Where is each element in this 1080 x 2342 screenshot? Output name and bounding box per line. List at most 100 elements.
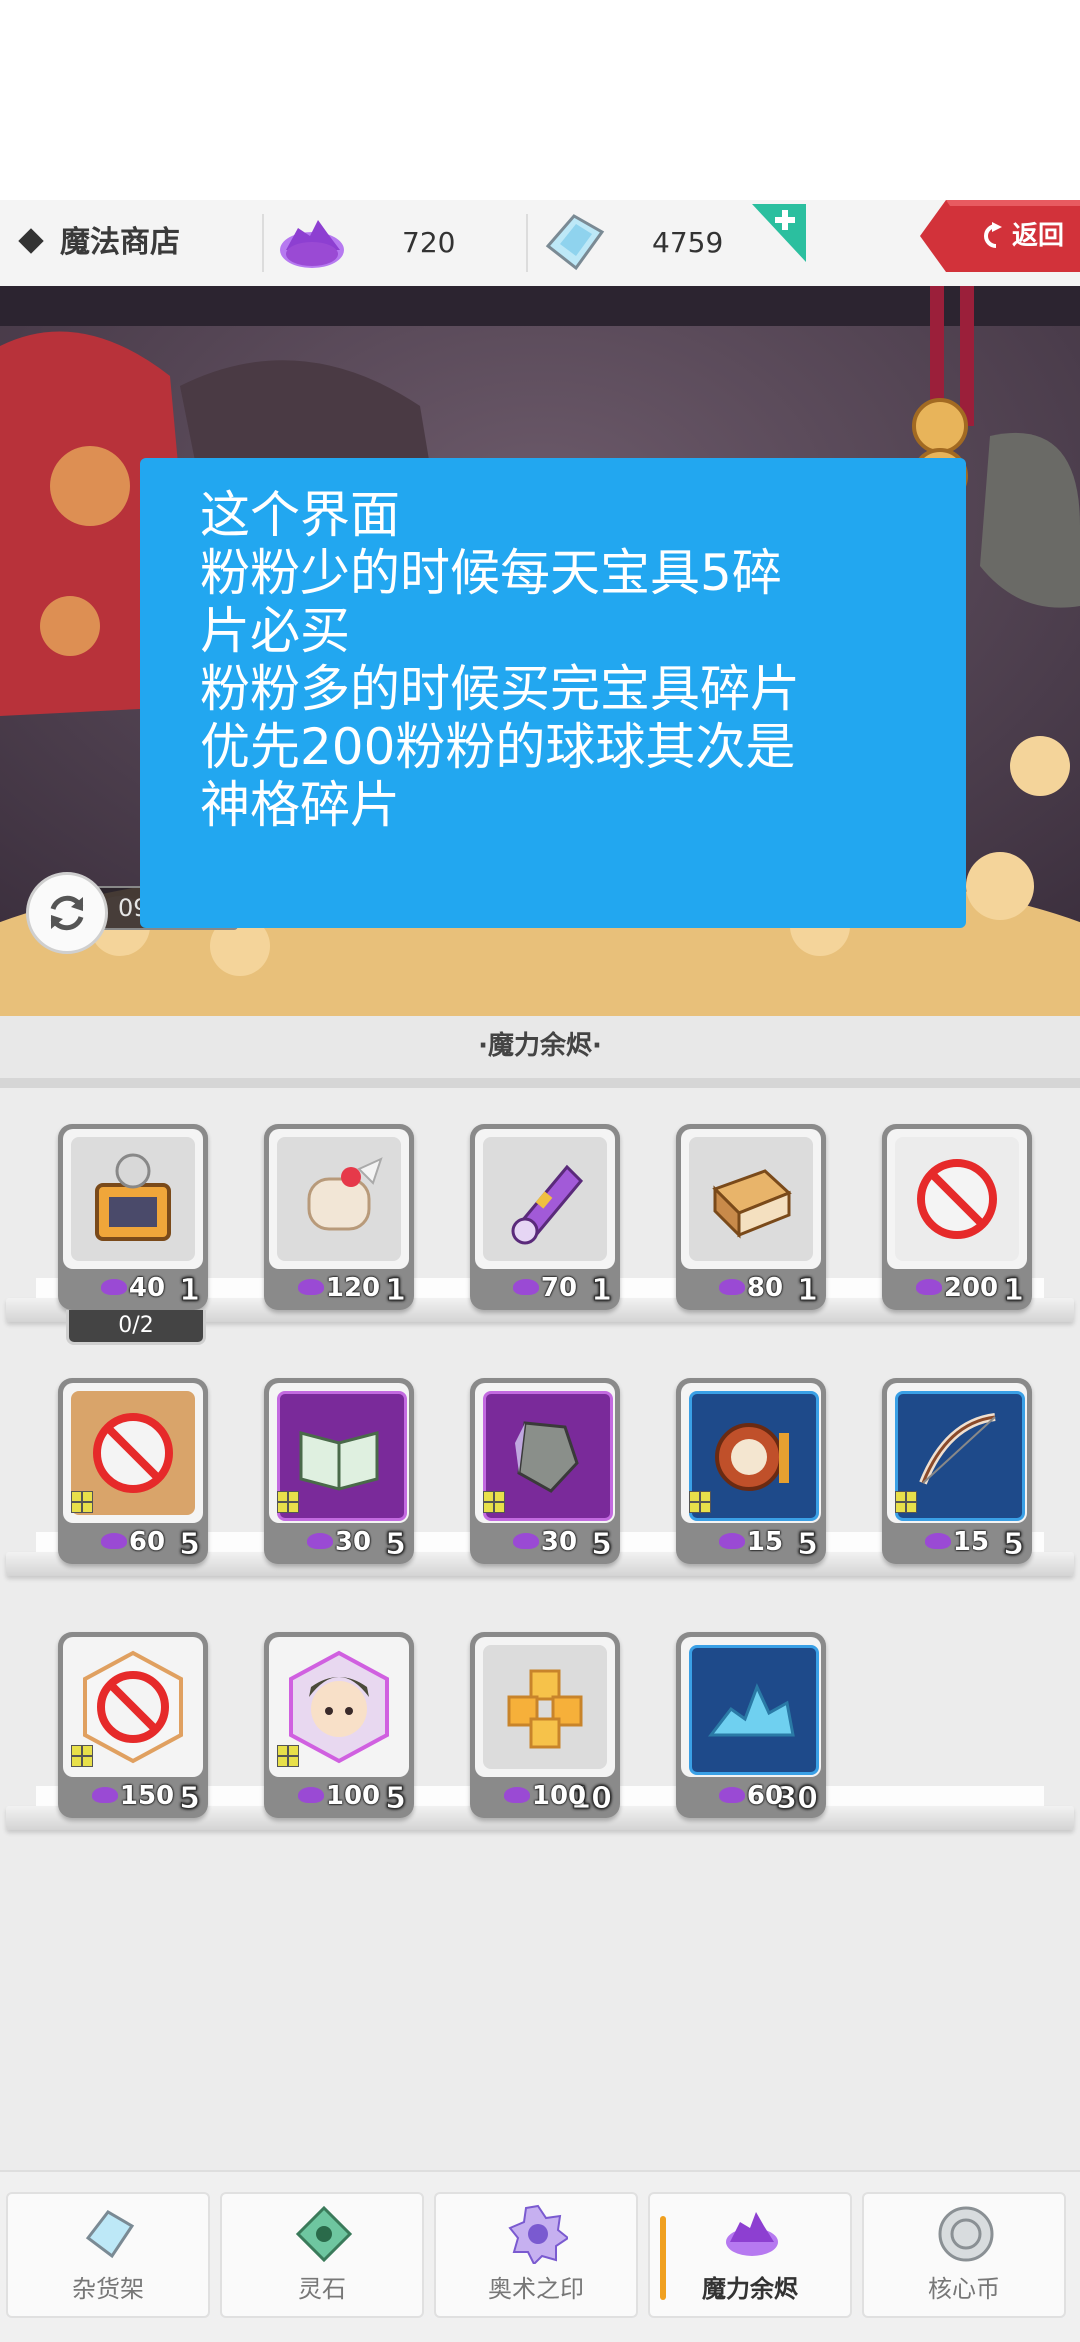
prohibited-icon (93, 1413, 173, 1493)
gold-cubes-icon (507, 1669, 583, 1749)
tab-arcane-seal[interactable]: 奥术之印 (434, 2192, 638, 2318)
annotation-note: 这个界面 粉粉少的时候每天宝具5碎 片必买 粉粉多的时候买完宝具碎片 优先200… (140, 458, 966, 928)
tab-spirit-stone[interactable]: 灵石 (220, 2192, 424, 2318)
item-price: 100 (264, 1780, 414, 1812)
note-line: 粉粉多的时候买完宝具碎片 (200, 660, 800, 718)
shop-item-blue-crystal-shards[interactable]: 30 60 (676, 1632, 826, 1818)
treasure-chest-icon (95, 1153, 171, 1241)
shop-title: 魔法商店 (18, 218, 180, 268)
item-price: 15 (676, 1526, 826, 1558)
tab-label: 灵石 (298, 2275, 346, 2303)
tab-general-store[interactable]: 杂货架 (6, 2192, 210, 2318)
purple-scroll-icon (511, 1164, 584, 1245)
item-price-value: 80 (746, 1273, 784, 1303)
return-arrow-icon (984, 222, 1002, 248)
note-line: 优先200粉粉的球球其次是 (200, 718, 796, 776)
divider (526, 214, 528, 272)
status-area (0, 0, 1080, 200)
shop-item-hero-fragment[interactable]: 5 100 (264, 1632, 414, 1818)
item-price-value: 100 (531, 1781, 587, 1811)
shop-item-prohibited-orb[interactable]: 1 200 (882, 1124, 1032, 1310)
blue-shards-icon (707, 1683, 795, 1737)
note-line: 片必买 (200, 602, 350, 660)
tab-core-coin[interactable]: 核心币 (862, 2192, 1066, 2318)
item-price-value: 60 (128, 1527, 166, 1557)
arcane-seal-icon (508, 2204, 568, 2264)
top-bar: 魔法商店 720 4759 返回 (0, 200, 1080, 286)
shop-title-text: 魔法商店 (60, 225, 180, 260)
item-price-value: 15 (952, 1527, 990, 1557)
item-price-value: 30 (334, 1527, 372, 1557)
crystal-icon (515, 1421, 579, 1493)
item-price-value: 40 (128, 1273, 166, 1303)
spirit-stone-icon (295, 2205, 353, 2263)
purple-gem-icon (512, 1278, 539, 1295)
purchase-limit: 0/2 (66, 1310, 206, 1345)
tab-label: 魔力余烬 (702, 2275, 798, 2303)
crystal-icon (85, 2210, 135, 2259)
purple-gem-icon (924, 1532, 951, 1549)
item-price-value: 30 (540, 1527, 578, 1557)
shop-item-bow-fragment[interactable]: 5 15 (882, 1378, 1032, 1564)
item-price-value: 200 (943, 1273, 999, 1303)
fragment-icon (689, 1491, 711, 1513)
section-header: ·魔力余烬· (0, 1016, 1080, 1088)
purple-currency-value: 720 (402, 226, 456, 259)
crystal-currency-icon (545, 214, 605, 271)
shop-item-lantern-fragment[interactable]: 5 15 (676, 1378, 826, 1564)
purple-gem-icon (306, 1532, 333, 1549)
add-currency-icon[interactable] (752, 204, 806, 264)
purple-gem-icon (100, 1532, 127, 1549)
spellbook-icon (299, 1431, 379, 1491)
purple-gem-icon (297, 1786, 324, 1803)
item-price: 200 (882, 1272, 1032, 1304)
shop-item-scroll-white[interactable]: 1 120 (264, 1124, 414, 1310)
note-line: 这个界面 (200, 486, 400, 544)
item-price: 120 (264, 1272, 414, 1304)
shop-item-prohibited-fragment[interactable]: 5 60 (58, 1378, 208, 1564)
item-price-value: 120 (325, 1273, 381, 1303)
bottom-nav: 杂货架 灵石 奥术之印 魔力余烬 核心币 (0, 2170, 1080, 2342)
item-price-value: 70 (540, 1273, 578, 1303)
shop-item-book[interactable]: 1 80 (676, 1124, 826, 1310)
fragment-icon (71, 1745, 93, 1767)
item-price: 30 (470, 1526, 620, 1558)
item-price-value: 100 (325, 1781, 381, 1811)
shop-item-spellbook-fragment[interactable]: 5 30 (264, 1378, 414, 1564)
item-price: 15 (882, 1526, 1032, 1558)
purple-gem-icon (503, 1786, 530, 1803)
purple-gem-icon (91, 1786, 118, 1803)
purple-ember-icon (726, 2212, 778, 2256)
shop-item-crystal-fragment[interactable]: 5 30 (470, 1378, 620, 1564)
diamond-icon (18, 227, 44, 254)
item-price: 80 (676, 1272, 826, 1304)
book-icon (712, 1169, 792, 1239)
item-price: 100 (470, 1780, 620, 1812)
purple-gem-icon (512, 1532, 539, 1549)
item-price: 150 (58, 1780, 208, 1812)
refresh-button[interactable] (26, 872, 108, 954)
back-label[interactable]: 返回 (1012, 216, 1064, 256)
shop-item-treasure-chest[interactable]: 1 40 0/2 (58, 1124, 208, 1345)
item-price: 60 (676, 1780, 826, 1812)
shop-item-scroll-purple[interactable]: 1 70 (470, 1124, 620, 1310)
section-title: ·魔力余烬· (478, 1031, 602, 1061)
item-price-value: 150 (119, 1781, 175, 1811)
tab-magic-ember[interactable]: 魔力余烬 (648, 2192, 852, 2318)
fragment-icon (277, 1491, 299, 1513)
shop-item-gold-cubes[interactable]: 10 100 (470, 1632, 620, 1818)
note-line: 神格碎片 (200, 776, 400, 834)
prohibited-icon (917, 1159, 997, 1239)
scroll-icon (307, 1157, 383, 1231)
purple-gem-icon (100, 1278, 127, 1295)
refresh-icon (50, 895, 84, 931)
shop-item-prohibited-fragment-hex[interactable]: 5 150 (58, 1632, 208, 1818)
divider (262, 214, 264, 272)
tab-label: 核心币 (928, 2275, 1000, 2303)
purple-gem-icon (280, 220, 344, 268)
fragment-icon (277, 1745, 299, 1767)
item-price: 40 (58, 1272, 208, 1304)
crystal-currency-value: 4759 (652, 226, 724, 259)
fragment-icon (483, 1491, 505, 1513)
purple-gem-icon (297, 1278, 324, 1295)
